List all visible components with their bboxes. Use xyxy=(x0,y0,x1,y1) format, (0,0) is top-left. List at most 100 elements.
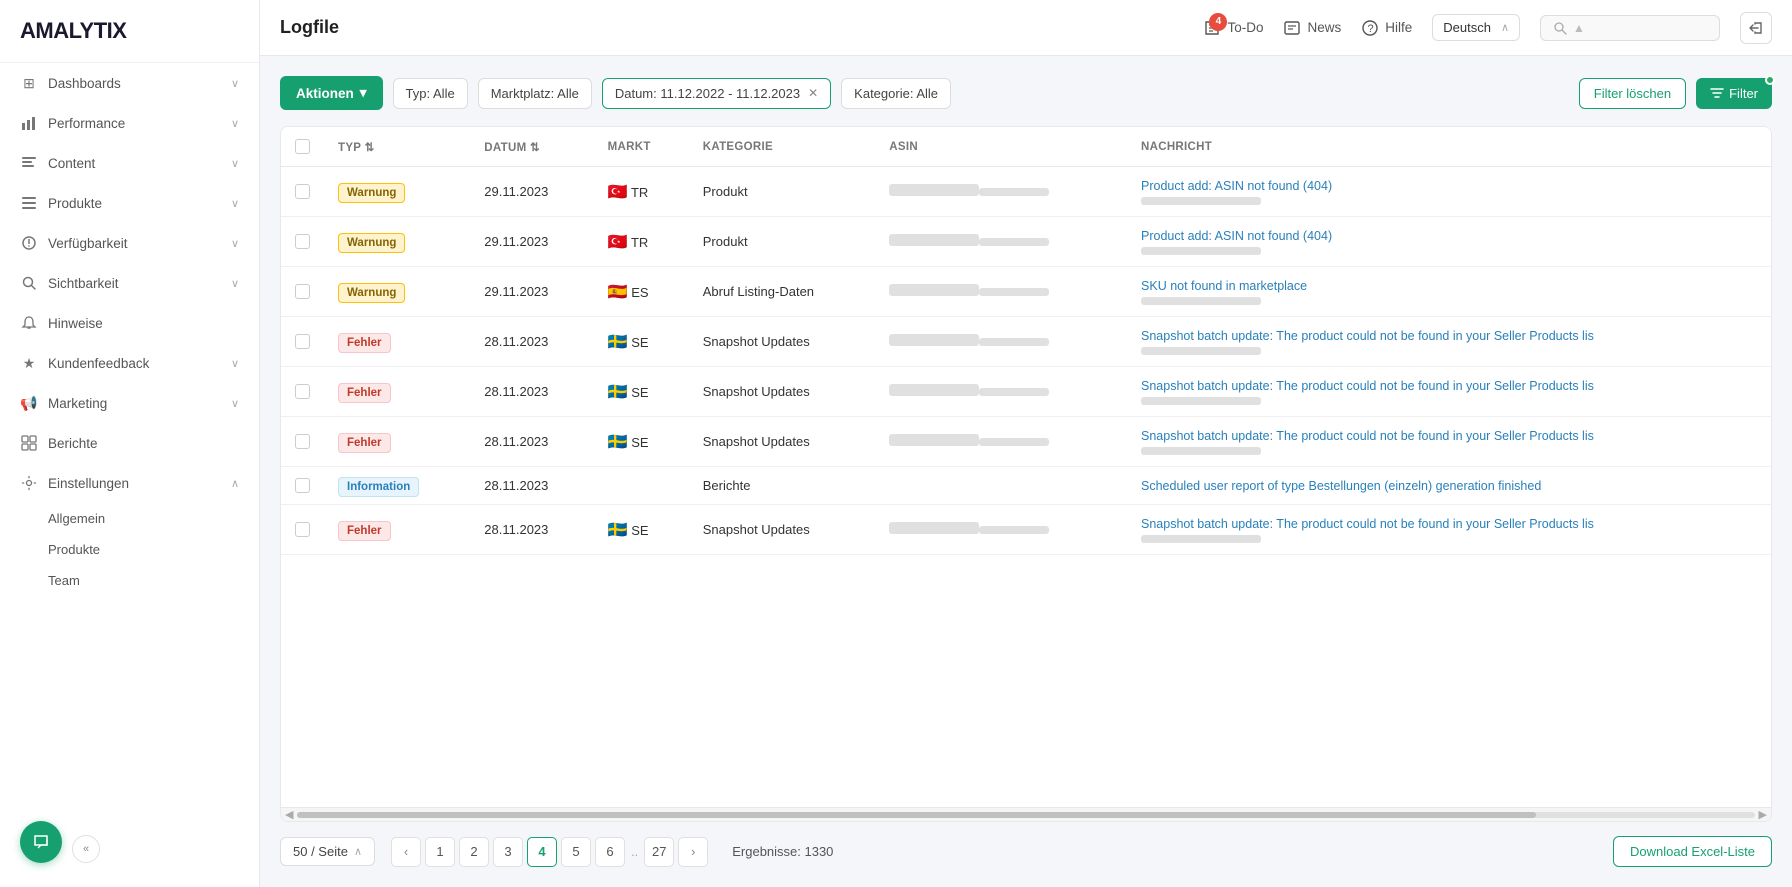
scroll-right-arrow[interactable]: ▶ xyxy=(1759,808,1767,821)
page-2-button[interactable]: 2 xyxy=(459,837,489,867)
bell-icon xyxy=(20,314,38,332)
row-type-badge: Warnung xyxy=(338,283,405,303)
sidebar-item-kundenfeedback[interactable]: ★ Kundenfeedback ∨ xyxy=(0,343,259,383)
actions-button[interactable]: Aktionen ▾ xyxy=(280,76,383,110)
sidebar-item-performance[interactable]: Performance ∨ xyxy=(0,103,259,143)
filter-marktplatz[interactable]: Marktplatz: Alle xyxy=(478,78,592,109)
page-prev-button[interactable]: ‹ xyxy=(391,837,421,867)
col-kategorie: KATEGORIE xyxy=(689,127,876,167)
row-checkbox[interactable] xyxy=(295,384,310,399)
collapse-sidebar-button[interactable]: « xyxy=(72,835,100,863)
filter-kategorie[interactable]: Kategorie: Alle xyxy=(841,78,951,109)
page-3-button[interactable]: 3 xyxy=(493,837,523,867)
scroll-thumb[interactable] xyxy=(297,812,1536,818)
filter-datum[interactable]: Datum: 11.12.2022 - 11.12.2023 ✕ xyxy=(602,78,831,109)
select-all-checkbox[interactable] xyxy=(295,139,310,154)
availability-icon xyxy=(20,234,38,252)
svg-text:?: ? xyxy=(1368,23,1374,35)
sidebar-item-marketing[interactable]: 📢 Marketing ∨ xyxy=(0,383,259,423)
row-message-link[interactable]: Snapshot batch update: The product could… xyxy=(1141,429,1594,443)
news-nav-item[interactable]: News xyxy=(1283,19,1341,37)
sidebar-item-dashboards[interactable]: ⊞ Dashboards ∨ xyxy=(0,63,259,103)
row-nachricht-cell[interactable]: Product add: ASIN not found (404) xyxy=(1127,167,1771,217)
row-message-link[interactable]: Product add: ASIN not found (404) xyxy=(1141,229,1332,243)
filter-clear-button[interactable]: Filter löschen xyxy=(1579,78,1686,109)
table-row[interactable]: Information 28.11.2023 Berichte Schedule… xyxy=(281,467,1771,505)
sidebar-sub-allgemein[interactable]: Allgemein xyxy=(0,503,259,534)
table-row[interactable]: Fehler 28.11.2023 🇸🇪 SE Snapshot Updates… xyxy=(281,367,1771,417)
row-message-link[interactable]: Snapshot batch update: The product could… xyxy=(1141,517,1594,531)
row-checkbox[interactable] xyxy=(295,478,310,493)
page-6-button[interactable]: 6 xyxy=(595,837,625,867)
asin-value xyxy=(889,384,979,396)
row-message-sub xyxy=(1141,535,1261,543)
row-nachricht-cell[interactable]: Product add: ASIN not found (404) xyxy=(1127,217,1771,267)
row-kategorie-cell: Snapshot Updates xyxy=(689,367,876,417)
row-nachricht-cell[interactable]: SKU not found in marketplace xyxy=(1127,267,1771,317)
row-kategorie-cell: Snapshot Updates xyxy=(689,417,876,467)
row-checkbox[interactable] xyxy=(295,284,310,299)
sidebar-item-einstellungen[interactable]: Einstellungen ∧ xyxy=(0,463,259,503)
row-nachricht-cell[interactable]: Snapshot batch update: The product could… xyxy=(1127,417,1771,467)
logout-button[interactable] xyxy=(1740,12,1772,44)
row-nachricht-cell[interactable]: Snapshot batch update: The product could… xyxy=(1127,317,1771,367)
page-next-button[interactable]: › xyxy=(678,837,708,867)
row-checkbox[interactable] xyxy=(295,334,310,349)
row-kategorie-cell: Snapshot Updates xyxy=(689,317,876,367)
sidebar-item-content[interactable]: Content ∨ xyxy=(0,143,259,183)
scroll-left-arrow[interactable]: ◀ xyxy=(285,808,293,821)
page-size-selector[interactable]: 50 / Seite ∧ xyxy=(280,837,375,866)
results-count: Ergebnisse: 1330 xyxy=(732,844,833,859)
todo-nav-item[interactable]: 4 To-Do xyxy=(1203,19,1263,37)
row-nachricht-cell[interactable]: Snapshot batch update: The product could… xyxy=(1127,505,1771,555)
row-message-link[interactable]: SKU not found in marketplace xyxy=(1141,279,1307,293)
chat-button[interactable] xyxy=(20,821,62,863)
sidebar-item-berichte[interactable]: Berichte xyxy=(0,423,259,463)
sidebar-item-verfuegbarkeit[interactable]: Verfügbarkeit ∨ xyxy=(0,223,259,263)
language-selector[interactable]: Deutsch ∧ xyxy=(1432,14,1520,41)
row-message-link[interactable]: Scheduled user report of type Bestellung… xyxy=(1141,479,1541,493)
sidebar-sub-produkte[interactable]: Produkte xyxy=(0,534,259,565)
page-1-button[interactable]: 1 xyxy=(425,837,455,867)
row-message-link[interactable]: Product add: ASIN not found (404) xyxy=(1141,179,1332,193)
page-27-button[interactable]: 27 xyxy=(644,837,674,867)
table-row[interactable]: Warnung 29.11.2023 🇹🇷 TR Produkt Product… xyxy=(281,217,1771,267)
chevron-down-icon: ∨ xyxy=(231,357,239,370)
row-message-link[interactable]: Snapshot batch update: The product could… xyxy=(1141,379,1594,393)
sidebar-sub-team[interactable]: Team xyxy=(0,565,259,596)
row-nachricht-cell[interactable]: Snapshot batch update: The product could… xyxy=(1127,367,1771,417)
horizontal-scrollbar[interactable]: ◀ ▶ xyxy=(281,807,1771,821)
row-nachricht-cell[interactable]: Scheduled user report of type Bestellung… xyxy=(1127,467,1771,505)
row-asin-cell xyxy=(875,217,1127,267)
reports-icon xyxy=(20,434,38,452)
account-search[interactable]: ▲ xyxy=(1540,15,1720,41)
hilfe-nav-item[interactable]: ? Hilfe xyxy=(1361,19,1412,37)
table-row[interactable]: Fehler 28.11.2023 🇸🇪 SE Snapshot Updates… xyxy=(281,317,1771,367)
col-datum[interactable]: DATUM ⇅ xyxy=(470,127,593,167)
table-row[interactable]: Fehler 28.11.2023 🇸🇪 SE Snapshot Updates… xyxy=(281,417,1771,467)
row-checkbox[interactable] xyxy=(295,434,310,449)
filter-button[interactable]: Filter xyxy=(1696,78,1772,109)
sidebar-item-sichtbarkeit[interactable]: Sichtbarkeit ∨ xyxy=(0,263,259,303)
col-typ[interactable]: TYP ⇅ xyxy=(324,127,470,167)
page-5-button[interactable]: 5 xyxy=(561,837,591,867)
row-checkbox[interactable] xyxy=(295,234,310,249)
page-4-button[interactable]: 4 xyxy=(527,837,557,867)
chevron-down-icon: ∨ xyxy=(231,157,239,170)
sidebar-item-hinweise[interactable]: Hinweise xyxy=(0,303,259,343)
filter-datum-remove[interactable]: ✕ xyxy=(808,86,818,100)
chart-icon xyxy=(20,114,38,132)
table-row[interactable]: Warnung 29.11.2023 🇪🇸 ES Abruf Listing-D… xyxy=(281,267,1771,317)
row-message-link[interactable]: Snapshot batch update: The product could… xyxy=(1141,329,1594,343)
download-excel-button[interactable]: Download Excel-Liste xyxy=(1613,836,1772,867)
table-row[interactable]: Fehler 28.11.2023 🇸🇪 SE Snapshot Updates… xyxy=(281,505,1771,555)
row-checkbox[interactable] xyxy=(295,522,310,537)
table-row[interactable]: Warnung 29.11.2023 🇹🇷 TR Produkt Product… xyxy=(281,167,1771,217)
table-scroll-area[interactable]: TYP ⇅ DATUM ⇅ MARKT KATEGORIE ASIN NACHR… xyxy=(281,127,1771,807)
row-checkbox-cell xyxy=(281,417,324,467)
asin-value xyxy=(889,334,979,346)
row-flag-icon: 🇸🇪 xyxy=(608,384,628,401)
row-checkbox[interactable] xyxy=(295,184,310,199)
sidebar-item-produkte[interactable]: Produkte ∨ xyxy=(0,183,259,223)
filter-typ[interactable]: Typ: Alle xyxy=(393,78,468,109)
